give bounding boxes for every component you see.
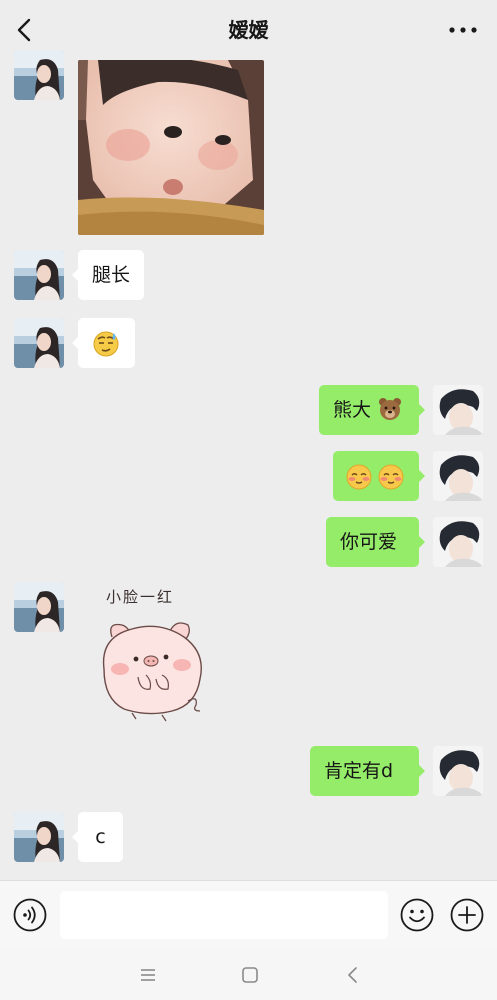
pig-icon	[102, 622, 202, 722]
bear-face-emoji-icon	[379, 397, 402, 420]
sweat-smile-emoji-icon	[93, 331, 119, 356]
system-nav-bar	[0, 949, 497, 1000]
message-bubble[interactable]: 肯定有d	[310, 746, 425, 796]
message-bubble[interactable]: 腿长	[71, 250, 145, 300]
smiley-icon	[400, 898, 434, 932]
emoji-button[interactable]	[400, 898, 434, 932]
message-bubble[interactable]: 熊大	[319, 385, 425, 435]
contact-avatar[interactable]	[14, 250, 64, 300]
more-actions-button[interactable]	[450, 898, 484, 932]
voice-icon	[13, 898, 47, 932]
home-nav-button[interactable]	[239, 964, 261, 986]
user-avatar[interactable]	[433, 746, 483, 796]
sticker-caption: 小脸一红	[106, 588, 175, 606]
back-nav-button[interactable]	[342, 964, 364, 986]
contact-avatar[interactable]	[14, 812, 64, 862]
user-avatar[interactable]	[433, 517, 483, 567]
user-avatar[interactable]	[433, 385, 483, 435]
message-text: c	[95, 826, 106, 848]
user-avatar[interactable]	[433, 451, 483, 501]
chat-screen: 嫒嫒 腿长 熊大 你可爱 小脸一红 肯定有d c	[0, 0, 497, 1000]
more-button[interactable]	[447, 16, 479, 44]
message-bubble[interactable]: 你可爱	[326, 517, 425, 567]
message-text: 肯定有d	[324, 760, 394, 782]
more-dots-icon	[449, 27, 477, 33]
contact-avatar[interactable]	[14, 318, 64, 368]
blushing-face-emoji-icon	[346, 464, 372, 489]
pig-sticker[interactable]: 小脸一红	[92, 582, 212, 727]
message-input[interactable]	[60, 891, 388, 939]
shared-photo[interactable]	[78, 60, 264, 235]
message-bubble[interactable]	[333, 451, 425, 501]
chat-title: 嫒嫒	[228, 18, 269, 42]
menu-icon	[141, 969, 155, 981]
voice-button[interactable]	[13, 898, 47, 932]
contact-avatar[interactable]	[14, 50, 64, 100]
message-input-bar	[0, 880, 497, 949]
home-square-icon	[242, 967, 258, 983]
message-text: 你可爱	[340, 531, 398, 553]
contact-avatar[interactable]	[14, 582, 64, 632]
chat-header: 嫒嫒	[0, 0, 497, 58]
blushing-face-emoji-icon	[378, 464, 404, 489]
message-text: 腿长	[92, 264, 131, 286]
message-text: 熊大	[333, 399, 372, 421]
message-bubble[interactable]: c	[72, 812, 123, 862]
message-bubble[interactable]	[72, 318, 135, 368]
back-triangle-icon	[348, 967, 357, 983]
plus-icon	[450, 898, 484, 932]
menu-nav-button[interactable]	[137, 964, 159, 986]
